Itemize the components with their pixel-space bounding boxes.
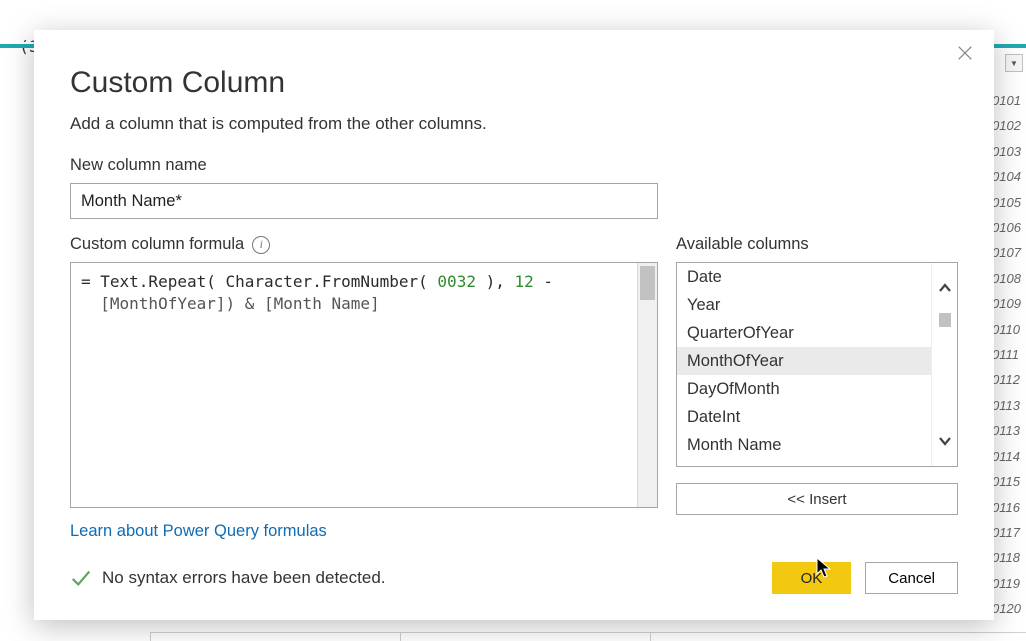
scrollbar-thumb[interactable] — [939, 313, 951, 327]
background-cell: 0104 — [992, 164, 1026, 189]
info-icon[interactable]: i — [252, 236, 270, 254]
available-columns-label: Available columns — [676, 235, 958, 254]
background-cell: 0119 — [992, 571, 1026, 596]
background-cell: 0113 — [992, 393, 1026, 418]
background-grid-border — [150, 632, 1026, 633]
background-cell: 0118 — [992, 545, 1026, 570]
available-column-item[interactable]: Month Name — [677, 431, 931, 459]
dialog-title: Custom Column — [70, 66, 958, 100]
background-grid-sep — [400, 632, 401, 641]
available-column-item[interactable]: Date — [677, 263, 931, 291]
background-cell: 0107 — [992, 240, 1026, 265]
background-cell: 0120 — [992, 596, 1026, 621]
background-dropdown-button[interactable]: ▼ — [1005, 54, 1023, 72]
insert-button[interactable]: << Insert — [676, 483, 958, 515]
background-cell: 0111 — [992, 342, 1026, 367]
chevron-down-icon[interactable] — [938, 434, 952, 448]
background-cell: 0103 — [992, 139, 1026, 164]
formula-text[interactable]: = Text.Repeat( Character.FromNumber( 003… — [71, 263, 637, 507]
background-cell: 0112 — [992, 367, 1026, 392]
background-cell: 0109 — [992, 291, 1026, 316]
available-column-item[interactable]: QuarterOfYear — [677, 319, 931, 347]
background-grid-sep — [150, 632, 151, 641]
background-cell: 0114 — [992, 444, 1026, 469]
chevron-up-icon[interactable] — [938, 281, 952, 295]
available-column-item[interactable]: DayOfMonth — [677, 375, 931, 403]
background-cell: 0110 — [992, 317, 1026, 342]
close-icon — [956, 44, 974, 62]
available-columns-list: DateYearQuarterOfYearMonthOfYearDayOfMon… — [676, 262, 958, 467]
custom-column-dialog: Custom Column Add a column that is compu… — [34, 30, 994, 620]
scrollbar-thumb[interactable] — [640, 266, 655, 300]
background-data-column: 0101010201030104010501060107010801090110… — [992, 88, 1026, 622]
formula-scrollbar[interactable] — [637, 263, 657, 507]
formula-editor[interactable]: = Text.Repeat( Character.FromNumber( 003… — [70, 262, 658, 508]
background-cell: 0113 — [992, 418, 1026, 443]
background-cell: 0115 — [992, 469, 1026, 494]
available-columns-scrollbar[interactable] — [931, 263, 957, 466]
cancel-button[interactable]: Cancel — [865, 562, 958, 594]
learn-link[interactable]: Learn about Power Query formulas — [70, 522, 658, 541]
available-column-item[interactable]: MonthOfYear — [677, 347, 931, 375]
background-cell: 0102 — [992, 113, 1026, 138]
status-text: No syntax errors have been detected. — [102, 568, 758, 588]
background-cell: 0106 — [992, 215, 1026, 240]
background-cell: 0117 — [992, 520, 1026, 545]
background-cell: 0101 — [992, 88, 1026, 113]
available-column-item[interactable]: Year — [677, 291, 931, 319]
column-name-input[interactable] — [70, 183, 658, 219]
close-button[interactable] — [956, 44, 976, 64]
background-cell: 0108 — [992, 266, 1026, 291]
background-cell: 0116 — [992, 495, 1026, 520]
column-name-label: New column name — [70, 156, 958, 175]
formula-label: Custom column formula — [70, 235, 244, 254]
background-cell: 0105 — [992, 190, 1026, 215]
available-column-item[interactable]: Month & Year — [677, 459, 931, 466]
background-grid-sep — [650, 632, 651, 641]
ok-button[interactable]: OK — [772, 562, 852, 594]
available-column-item[interactable]: DateInt — [677, 403, 931, 431]
dialog-subtitle: Add a column that is computed from the o… — [70, 114, 958, 134]
checkmark-icon — [70, 567, 92, 589]
